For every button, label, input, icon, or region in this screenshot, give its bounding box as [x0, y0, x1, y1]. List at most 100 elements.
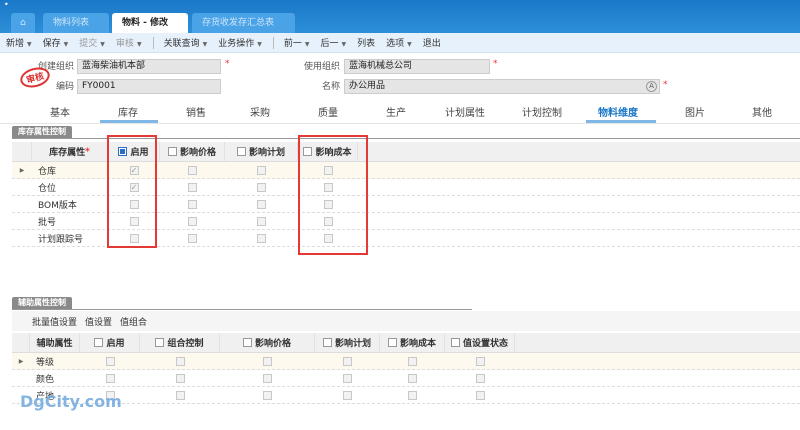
header-checkbox[interactable] — [387, 338, 397, 347]
table-row[interactable]: 颜色 — [12, 370, 800, 387]
checkbox[interactable] — [475, 356, 485, 366]
column-header[interactable]: 启用 — [80, 333, 140, 352]
checkbox-cell[interactable] — [140, 370, 220, 386]
column-header[interactable]: 值设置状态 — [445, 333, 515, 352]
checkbox[interactable] — [257, 216, 266, 226]
checkbox-cell[interactable] — [445, 353, 515, 369]
checkbox-cell[interactable] — [225, 230, 298, 246]
form-tab[interactable]: 计划属性 — [445, 104, 485, 119]
checkbox-cell[interactable] — [380, 370, 445, 386]
header-checkbox[interactable] — [94, 338, 104, 347]
column-header[interactable]: 影响计划 — [315, 333, 380, 352]
tab-material-list[interactable]: 物料列表 — [43, 13, 109, 33]
form-tab[interactable]: 计划控制 — [522, 104, 562, 119]
checkbox[interactable] — [257, 165, 266, 175]
toolbar-button[interactable]: 选项 ▼ — [386, 36, 412, 49]
header-checkbox[interactable] — [450, 338, 460, 347]
form-tab[interactable]: 图片 — [685, 104, 705, 119]
checkbox-cell[interactable] — [445, 370, 515, 386]
checkbox[interactable] — [475, 390, 485, 400]
checkbox[interactable] — [257, 199, 266, 209]
use-org-field[interactable]: 蓝海机械总公司 — [344, 59, 490, 74]
header-checkbox[interactable] — [236, 147, 246, 156]
code-field[interactable]: FY0001 — [77, 79, 221, 94]
checkbox[interactable] — [408, 390, 417, 400]
header-checkbox[interactable] — [322, 338, 332, 347]
checkbox-cell[interactable] — [315, 370, 380, 386]
checkbox[interactable] — [343, 356, 352, 366]
table-row[interactable]: ▶ 等级 — [12, 353, 800, 370]
checkbox[interactable] — [343, 390, 352, 400]
aux-action-button[interactable]: 值设置 — [85, 315, 112, 328]
checkbox[interactable] — [257, 182, 266, 192]
checkbox-cell[interactable] — [160, 162, 225, 178]
checkbox[interactable] — [408, 356, 417, 366]
checkbox[interactable] — [175, 373, 185, 383]
toolbar-button[interactable]: 保存 ▼ — [43, 36, 69, 49]
create-org-field[interactable]: 蓝海柴油机本部 — [77, 59, 221, 74]
checkbox-cell[interactable] — [160, 196, 225, 212]
name-field[interactable]: 办公用品 — [344, 79, 660, 94]
toolbar-button[interactable]: 列表 — [357, 36, 375, 49]
checkbox-cell[interactable] — [225, 196, 298, 212]
checkbox[interactable] — [188, 216, 197, 226]
checkbox-cell[interactable] — [315, 353, 380, 369]
column-header[interactable]: 组合控制 — [140, 333, 220, 352]
checkbox[interactable] — [263, 356, 272, 366]
checkbox-cell[interactable] — [225, 162, 298, 178]
toolbar-button[interactable]: 后一 ▼ — [320, 36, 346, 49]
form-tab[interactable]: 销售 — [186, 104, 206, 119]
checkbox[interactable] — [408, 373, 417, 383]
form-tab[interactable]: 采购 — [250, 104, 270, 119]
checkbox-cell[interactable] — [220, 353, 315, 369]
header-checkbox[interactable] — [167, 147, 177, 156]
checkbox-cell[interactable] — [225, 179, 298, 195]
form-tab[interactable]: 其他 — [752, 104, 772, 119]
checkbox[interactable] — [263, 390, 272, 400]
checkbox-cell[interactable] — [380, 353, 445, 369]
header-checkbox[interactable] — [242, 338, 252, 347]
checkbox-cell[interactable] — [160, 213, 225, 229]
column-header[interactable]: 影响成本 — [380, 333, 445, 352]
checkbox-cell[interactable] — [445, 387, 515, 403]
checkbox[interactable] — [188, 233, 197, 243]
toolbar-button[interactable]: 业务操作 ▼ — [218, 36, 262, 49]
checkbox[interactable] — [188, 182, 197, 192]
checkbox[interactable] — [257, 233, 266, 243]
checkbox[interactable] — [188, 165, 197, 175]
checkbox-cell[interactable] — [140, 387, 220, 403]
checkbox[interactable] — [188, 199, 197, 209]
checkbox-cell[interactable] — [315, 387, 380, 403]
form-tab[interactable]: 生产 — [386, 104, 406, 119]
form-tab[interactable]: 质量 — [318, 104, 338, 119]
checkbox-cell[interactable] — [80, 353, 140, 369]
checkbox[interactable] — [263, 373, 272, 383]
multilang-icon[interactable]: A — [646, 81, 657, 92]
toolbar-button[interactable]: 关联查询 ▼ — [164, 36, 208, 49]
toolbar-button[interactable]: 退出 — [423, 36, 441, 49]
checkbox-cell[interactable] — [160, 179, 225, 195]
checkbox-cell[interactable] — [380, 387, 445, 403]
toolbar-button[interactable]: 前一 ▼ — [284, 36, 310, 49]
header-checkbox[interactable] — [155, 338, 165, 347]
checkbox[interactable] — [175, 390, 185, 400]
tab-inventory-summary[interactable]: 存货收发存汇总表 — [192, 13, 295, 33]
checkbox-cell[interactable] — [140, 353, 220, 369]
checkbox[interactable] — [105, 356, 115, 366]
aux-action-button[interactable]: 批量值设置 — [32, 315, 77, 328]
form-tab[interactable]: 物料维度 — [598, 104, 638, 119]
toolbar-button[interactable]: 新增 ▼ — [6, 36, 32, 49]
checkbox-cell[interactable] — [225, 213, 298, 229]
checkbox[interactable] — [105, 373, 115, 383]
home-tab[interactable]: ⌂ — [11, 13, 35, 33]
toolbar-button[interactable]: 提交 ▼ — [79, 36, 105, 49]
checkbox-cell[interactable] — [220, 387, 315, 403]
checkbox[interactable] — [475, 373, 485, 383]
checkbox-cell[interactable] — [220, 370, 315, 386]
toolbar-button[interactable]: 审核 ▼ — [116, 36, 142, 49]
form-tab[interactable]: 基本 — [50, 104, 70, 119]
table-row[interactable]: 产地 — [12, 387, 800, 404]
checkbox[interactable] — [175, 356, 185, 366]
checkbox-cell[interactable] — [160, 230, 225, 246]
checkbox-cell[interactable] — [80, 370, 140, 386]
